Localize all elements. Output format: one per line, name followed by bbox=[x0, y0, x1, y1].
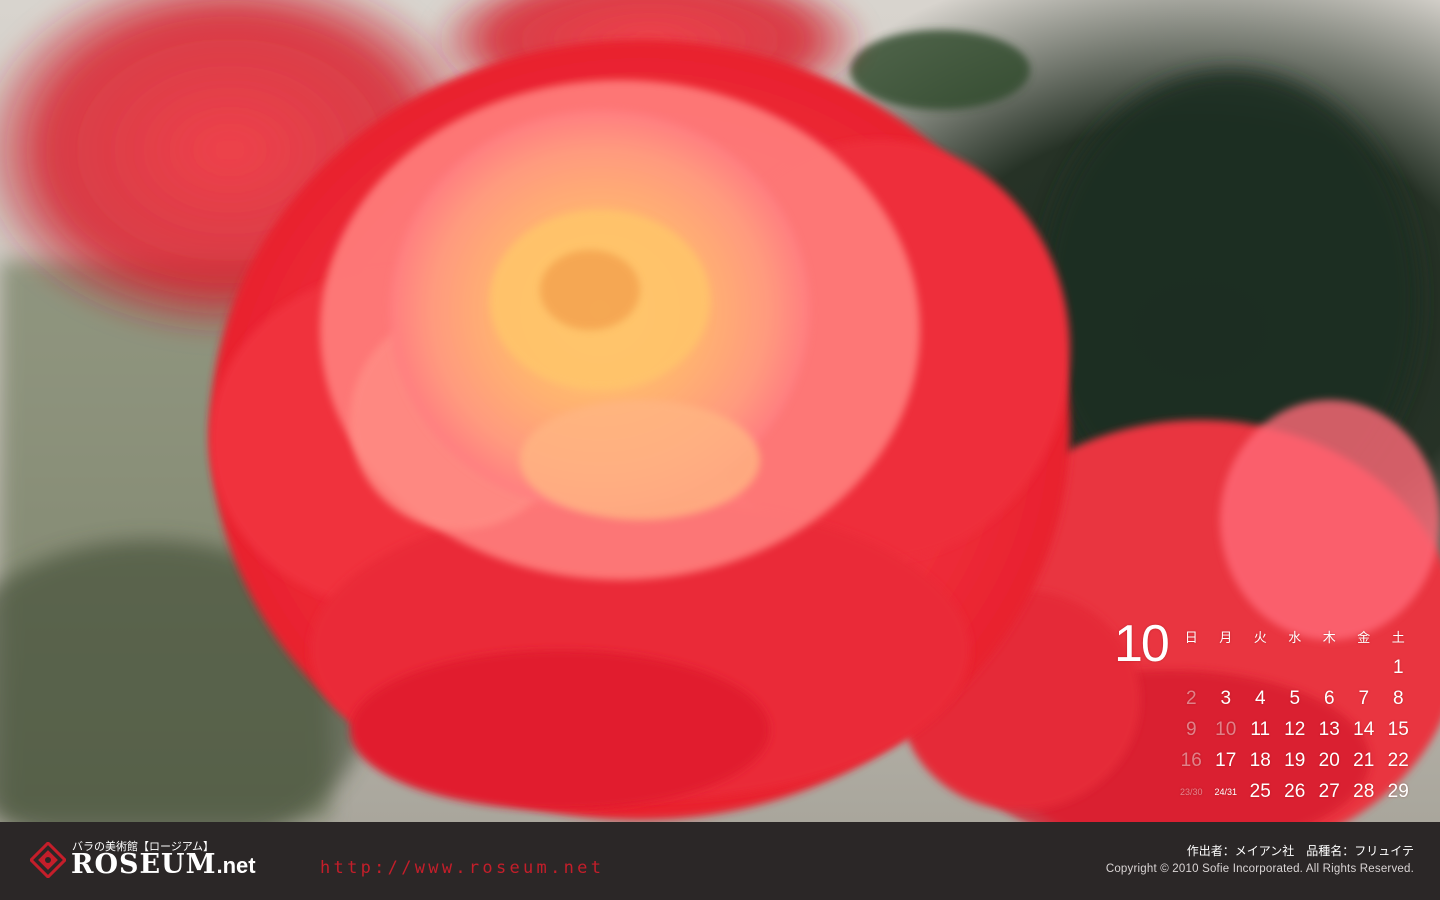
footer-bar: バラの美術館【ロージアム】 ROSEUM.net http://www.rose… bbox=[0, 822, 1440, 900]
weekday-label: 土 bbox=[1391, 630, 1405, 646]
calendar-day: 3 bbox=[1220, 687, 1232, 709]
calendar-weekday-row: 日 月 火 水 木 金 土 bbox=[1174, 624, 1416, 648]
weekday-label: 月 bbox=[1219, 630, 1233, 646]
calendar-day: 8 bbox=[1392, 687, 1404, 709]
site-logo: ROSEUM.net bbox=[71, 850, 256, 881]
calendar-day: 26 bbox=[1284, 780, 1306, 802]
calendar-day: 27 bbox=[1318, 780, 1340, 802]
weekday-label: 日 bbox=[1184, 630, 1198, 646]
calendar-day: 13 bbox=[1318, 718, 1340, 740]
variety-credit: 作出者：メイアン社 品種名：フリュイテ bbox=[1186, 844, 1414, 858]
calendar-day: 24/31 bbox=[1214, 786, 1238, 797]
calendar-day: 18 bbox=[1249, 749, 1271, 771]
calendar-grid: 日 月 火 水 木 金 土 1 2 3 4 5 6 7 8 9 10 11 12… bbox=[1174, 624, 1416, 807]
calendar-day: 10 bbox=[1215, 718, 1237, 740]
calendar-day: 20 bbox=[1318, 749, 1340, 771]
calendar-day: 16 bbox=[1180, 749, 1202, 771]
calendar-week-row: 1 bbox=[1174, 652, 1416, 683]
calendar-day: 21 bbox=[1353, 749, 1375, 771]
calendar-day: 11 bbox=[1250, 718, 1271, 740]
calendar-day: 29 bbox=[1387, 780, 1409, 802]
calendar-day: 23/30 bbox=[1179, 786, 1203, 797]
weekday-label: 水 bbox=[1288, 630, 1302, 646]
calendar-day: 17 bbox=[1215, 749, 1237, 771]
calendar-day: 9 bbox=[1185, 718, 1197, 740]
calendar-day: 15 bbox=[1387, 718, 1409, 740]
weekday-label: 金 bbox=[1357, 630, 1371, 646]
calendar-day: 19 bbox=[1284, 749, 1306, 771]
calendar-day: 5 bbox=[1289, 687, 1301, 709]
calendar-day: 2 bbox=[1185, 687, 1197, 709]
site-url-link[interactable]: http://www.roseum.net bbox=[320, 858, 604, 878]
calendar-day: 25 bbox=[1249, 780, 1271, 802]
roseum-logo-icon bbox=[30, 842, 66, 878]
calendar-day: 1 bbox=[1392, 656, 1404, 678]
calendar-week-row: 2 3 4 5 6 7 8 bbox=[1174, 683, 1416, 714]
logo-suffix: .net bbox=[216, 853, 256, 878]
calendar-week-row: 16 17 18 19 20 21 22 bbox=[1174, 745, 1416, 776]
calendar-week-row: 9 10 11 12 13 14 15 bbox=[1174, 714, 1416, 745]
calendar-day: 6 bbox=[1323, 687, 1335, 709]
calendar-day: 14 bbox=[1353, 718, 1375, 740]
calendar-day: 4 bbox=[1254, 687, 1266, 709]
calendar-day: 28 bbox=[1353, 780, 1375, 802]
calendar-day: 22 bbox=[1387, 749, 1409, 771]
calendar-day: 12 bbox=[1284, 718, 1306, 740]
weekday-label: 木 bbox=[1322, 630, 1336, 646]
calendar-month: 10 bbox=[1114, 615, 1170, 673]
rose-photograph: 10 日 月 火 水 木 金 土 1 2 3 4 5 6 7 8 9 10 11… bbox=[0, 0, 1440, 822]
calendar-day: 7 bbox=[1358, 687, 1370, 709]
calendar-week-row: 23/30 24/31 25 26 27 28 29 bbox=[1174, 776, 1416, 807]
logo-wordmark: ROSEUM bbox=[71, 849, 217, 880]
copyright-text: Copyright © 2010 Sofie Incorporated. All… bbox=[1105, 863, 1414, 875]
weekday-label: 火 bbox=[1253, 630, 1267, 646]
